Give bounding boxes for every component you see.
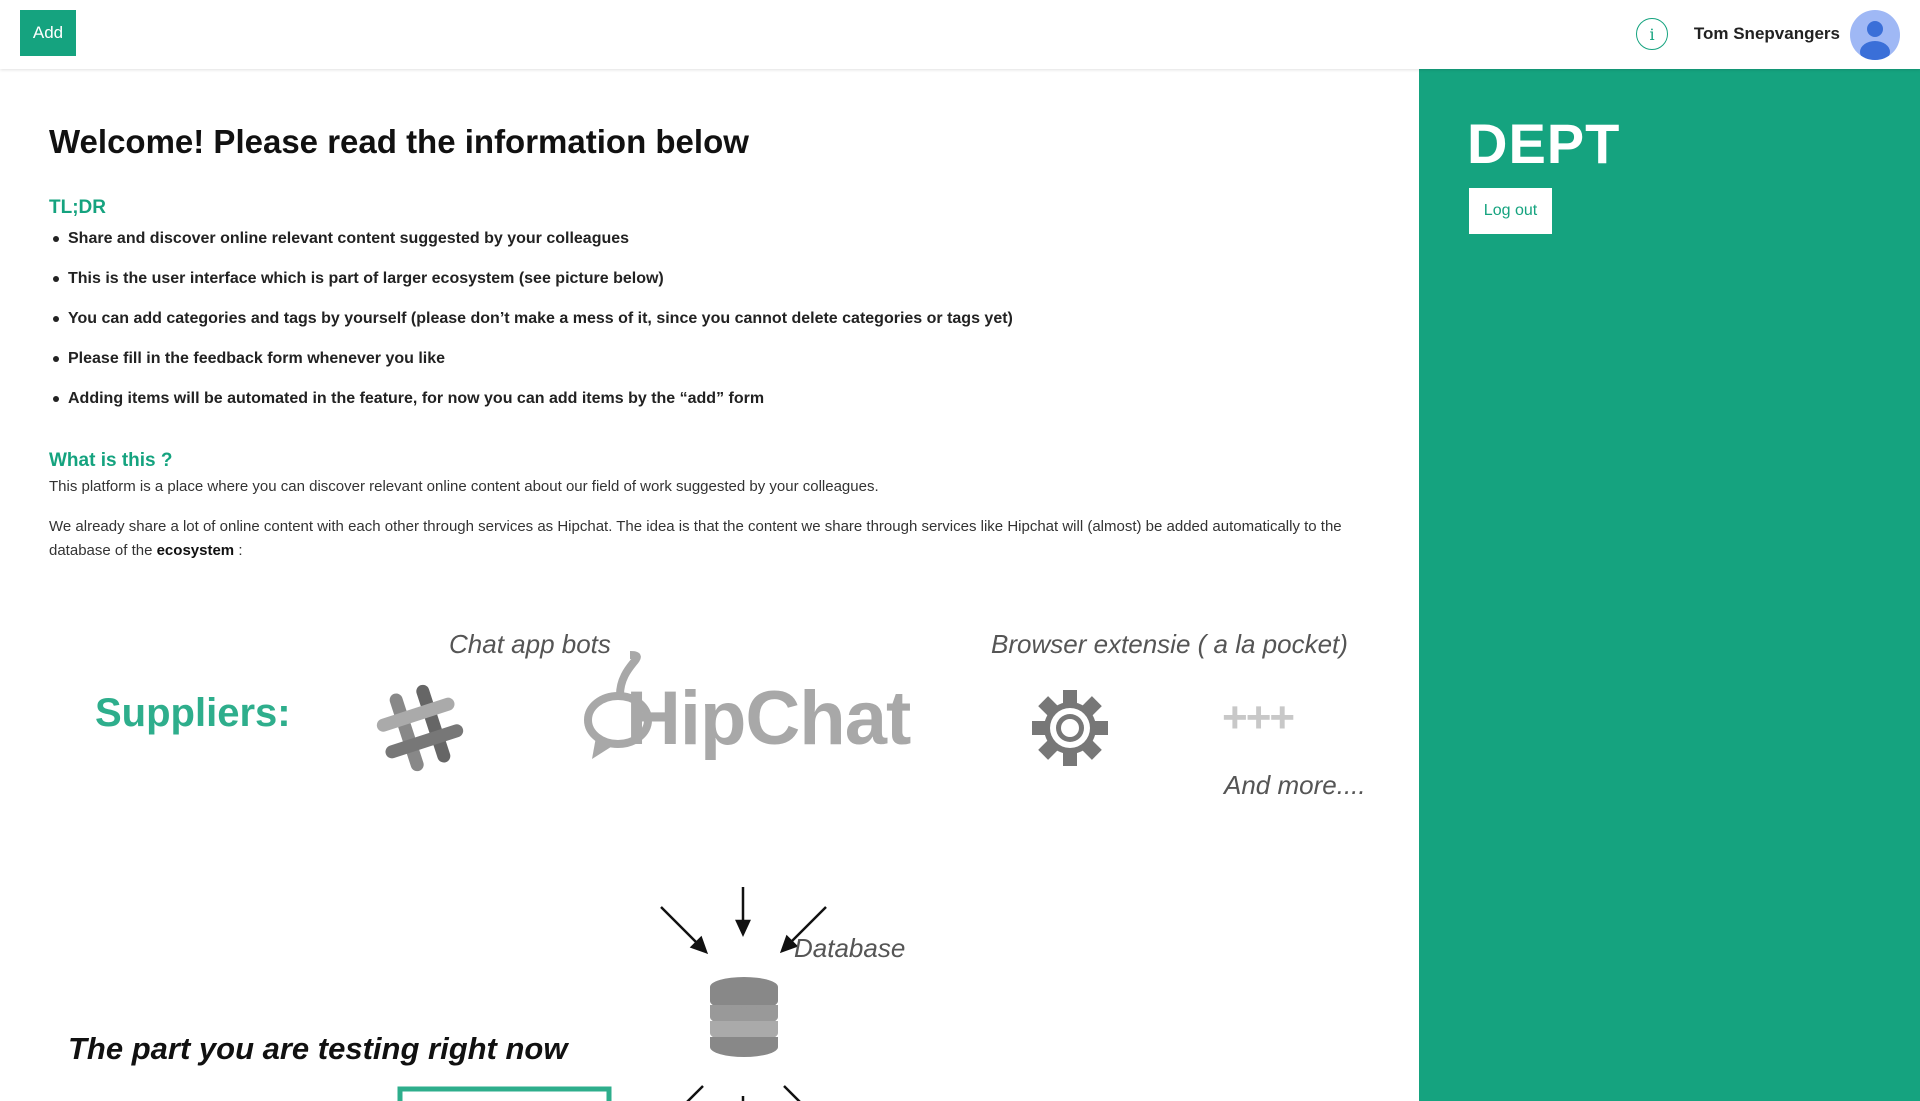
list-item: Please fill in the feedback form wheneve…	[52, 347, 1013, 387]
testing-label: The part you are testing right now	[68, 1031, 568, 1066]
gear-icon	[1032, 690, 1108, 766]
plus-signs: +++	[1222, 693, 1295, 742]
hipchat-logo-text: HipChat	[626, 676, 911, 761]
list-item: You can add categories and tags by yours…	[52, 307, 1013, 347]
database-icon	[710, 977, 778, 1057]
page-title: Welcome! Please read the information bel…	[49, 123, 749, 160]
arrows-out-of-database	[686, 1085, 801, 1101]
user-icon	[1860, 21, 1890, 60]
sidebar: DEPT Log out	[1419, 69, 1920, 1101]
avatar[interactable]	[1850, 10, 1900, 60]
and-more-label: And more....	[1224, 770, 1366, 800]
tldr-heading: TL;DR	[49, 197, 106, 218]
logout-button[interactable]: Log out	[1469, 188, 1552, 234]
list-item: Share and discover online relevant conte…	[52, 227, 1013, 267]
slack-icon	[376, 684, 464, 772]
browser-extension-label: Browser extensie ( a la pocket)	[991, 629, 1348, 659]
top-bar: Add i Tom Snepvangers	[0, 0, 1920, 69]
ecosystem-diagram	[376, 69, 1108, 1101]
ecosystem-word: ecosystem	[156, 542, 235, 559]
testing-highlight-box	[397, 1086, 612, 1101]
list-item: This is the user interface which is part…	[52, 267, 1013, 307]
intro-paragraph: This platform is a place where you can d…	[49, 478, 879, 495]
chat-bots-label: Chat app bots	[449, 629, 611, 659]
what-is-this-heading: What is this ?	[49, 450, 173, 471]
database-label: Database	[794, 933, 906, 963]
brand-logo: DEPT	[1467, 112, 1621, 175]
ecosystem-paragraph-end: :	[234, 542, 243, 559]
list-item: Adding items will be automated in the fe…	[52, 387, 1013, 427]
main-content: Welcome! Please read the information bel…	[0, 69, 1419, 1101]
ecosystem-paragraph: We already share a lot of online content…	[49, 515, 1369, 563]
suppliers-label: Suppliers:	[95, 691, 291, 735]
ecosystem-paragraph-text: We already share a lot of online content…	[49, 518, 1342, 559]
user-name: Tom Snepvangers	[1693, 24, 1840, 43]
add-button[interactable]: Add	[20, 10, 76, 56]
tldr-list: Share and discover online relevant conte…	[52, 227, 1013, 427]
info-icon[interactable]: i	[1636, 18, 1668, 50]
